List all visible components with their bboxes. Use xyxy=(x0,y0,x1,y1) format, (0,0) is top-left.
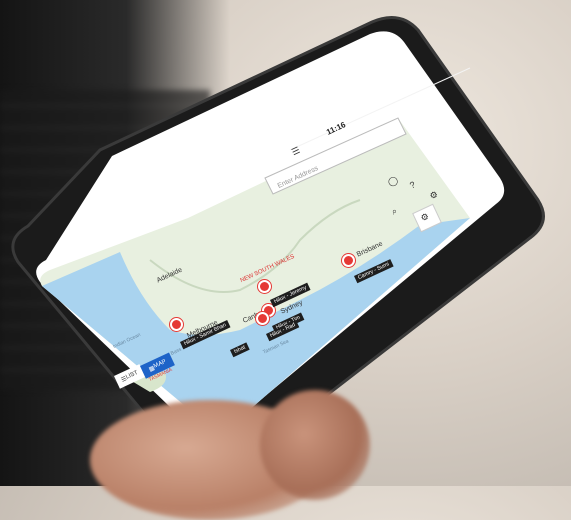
map-label: MAP xyxy=(152,358,168,370)
melbourne-pin[interactable] xyxy=(170,318,183,331)
brisbane-pin[interactable] xyxy=(342,254,355,267)
jeremy-pin[interactable] xyxy=(258,280,271,293)
sydney-pin-2[interactable] xyxy=(256,312,269,325)
list-label: LIST xyxy=(125,369,140,381)
hand-fingers xyxy=(260,390,370,500)
